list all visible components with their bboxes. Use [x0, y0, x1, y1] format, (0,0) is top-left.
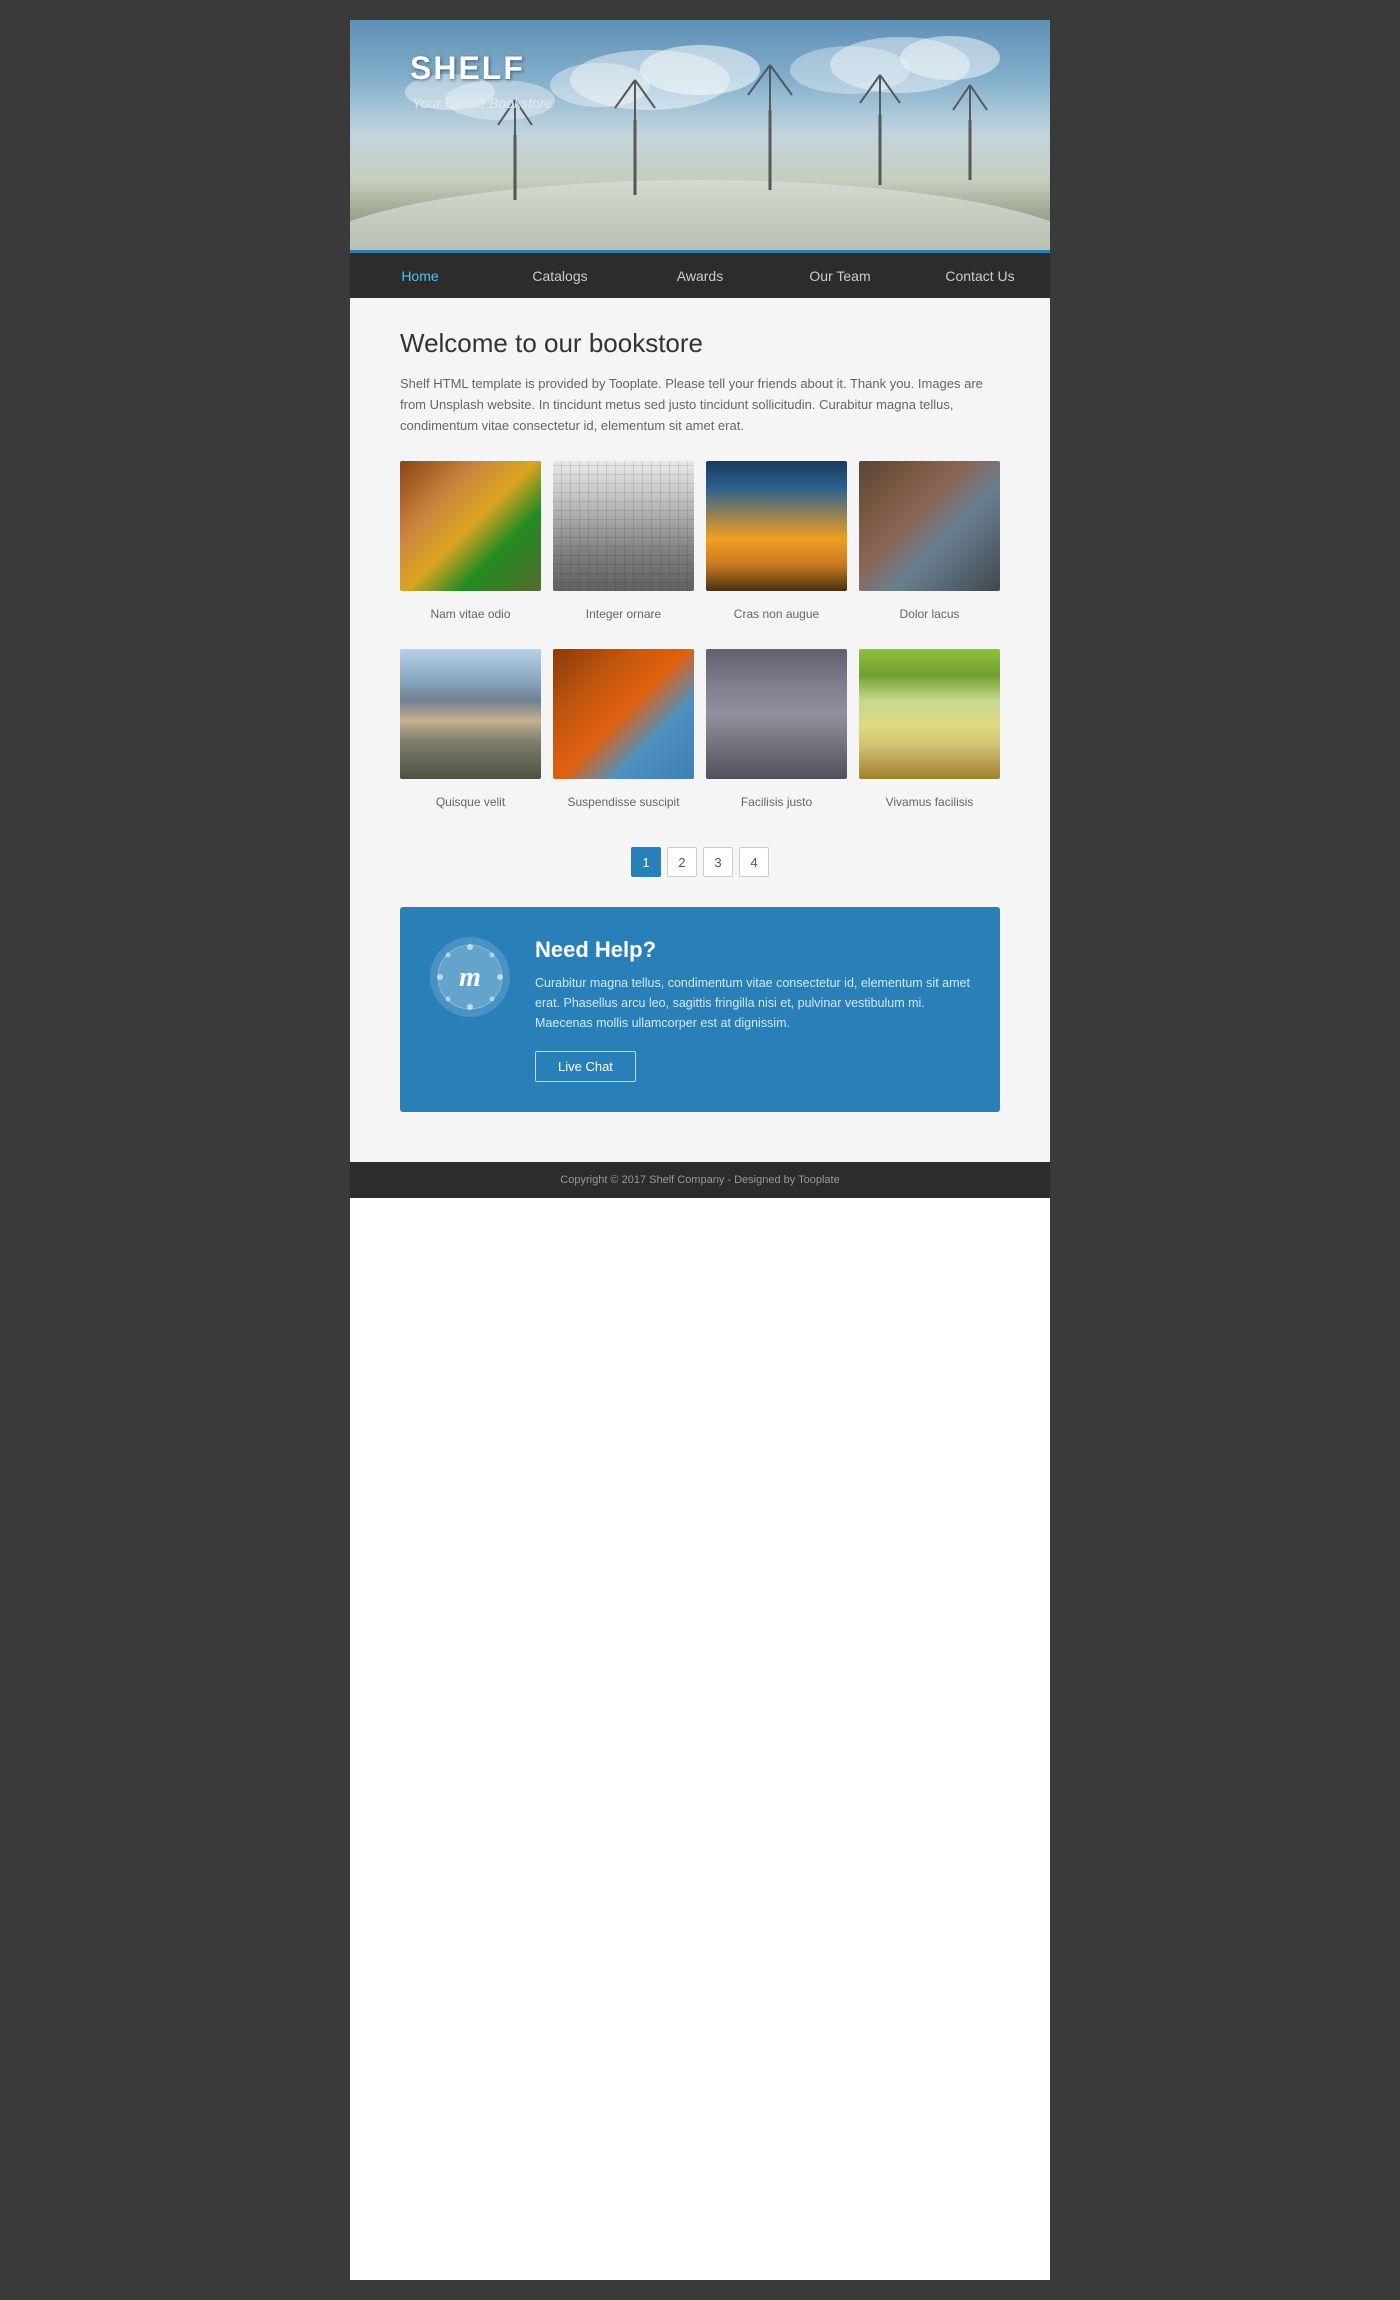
gallery-row-1	[400, 461, 1000, 591]
help-section: m Need Help? Curabitur magna tellus, con…	[400, 907, 1000, 1112]
gallery-caption-1: Nam vitae odio	[400, 607, 541, 621]
footer: Copyright © 2017 Shelf Company - Designe…	[350, 1162, 1050, 1198]
page-button-3[interactable]: 3	[703, 847, 733, 877]
gallery-caption-6: Suspendisse suscipit	[553, 795, 694, 809]
gallery-caption-4: Dolor lacus	[859, 607, 1000, 621]
help-icon: m	[430, 937, 510, 1017]
gallery-image-1	[400, 461, 541, 591]
nav-contact-us[interactable]: Contact Us	[910, 254, 1050, 298]
site-title: SHELF	[410, 50, 525, 87]
page-button-4[interactable]: 4	[739, 847, 769, 877]
page-button-1[interactable]: 1	[631, 847, 661, 877]
page-title: Welcome to our bookstore	[400, 328, 1000, 359]
page-button-2[interactable]: 2	[667, 847, 697, 877]
gallery-item-8[interactable]	[859, 649, 1000, 779]
live-chat-button[interactable]: Live Chat	[535, 1051, 636, 1082]
gallery-caption-5: Quisque velit	[400, 795, 541, 809]
gallery-caption-3: Cras non augue	[706, 607, 847, 621]
help-description: Curabitur magna tellus, condimentum vita…	[535, 973, 970, 1033]
gallery-item-4[interactable]	[859, 461, 1000, 591]
gallery-caption-7: Facilisis justo	[706, 795, 847, 809]
hero-section: SHELF Your Online Bookstore	[350, 20, 1050, 250]
gallery-row-2	[400, 649, 1000, 779]
gallery-image-6	[553, 649, 694, 779]
site-subtitle: Your Online Bookstore	[412, 95, 552, 111]
gallery-item-7[interactable]	[706, 649, 847, 779]
gallery-captions-row-2: Quisque velit Suspendisse suscipit Facil…	[400, 789, 1000, 827]
gallery-captions-row-1: Nam vitae odio Integer ornare Cras non a…	[400, 601, 1000, 639]
gallery-item-1[interactable]	[400, 461, 541, 591]
gallery-image-7	[706, 649, 847, 779]
nav-our-team[interactable]: Our Team	[770, 254, 910, 298]
nav-awards[interactable]: Awards	[630, 254, 770, 298]
gallery-caption-2: Integer ornare	[553, 607, 694, 621]
footer-text: Copyright © 2017 Shelf Company - Designe…	[560, 1174, 839, 1186]
gallery-item-3[interactable]	[706, 461, 847, 591]
help-content: Need Help? Curabitur magna tellus, condi…	[535, 937, 970, 1082]
pagination: 1 2 3 4	[400, 847, 1000, 877]
gallery-item-5[interactable]	[400, 649, 541, 779]
nav-catalogs[interactable]: Catalogs	[490, 254, 630, 298]
gallery-image-2	[553, 461, 694, 591]
svg-text:m: m	[459, 962, 481, 993]
welcome-paragraph: Shelf HTML template is provided by Toopl…	[400, 374, 1000, 436]
gallery-image-8	[859, 649, 1000, 779]
gallery-image-3	[706, 461, 847, 591]
gallery-item-2[interactable]	[553, 461, 694, 591]
nav-home[interactable]: Home	[350, 254, 490, 298]
gallery-caption-8: Vivamus facilisis	[859, 795, 1000, 809]
main-content: Welcome to our bookstore Shelf HTML temp…	[350, 298, 1050, 1162]
gallery-image-4	[859, 461, 1000, 591]
help-title: Need Help?	[535, 937, 970, 963]
gallery-item-6[interactable]	[553, 649, 694, 779]
gallery-image-5	[400, 649, 541, 779]
main-nav: Home Catalogs Awards Our Team Contact Us	[350, 250, 1050, 298]
